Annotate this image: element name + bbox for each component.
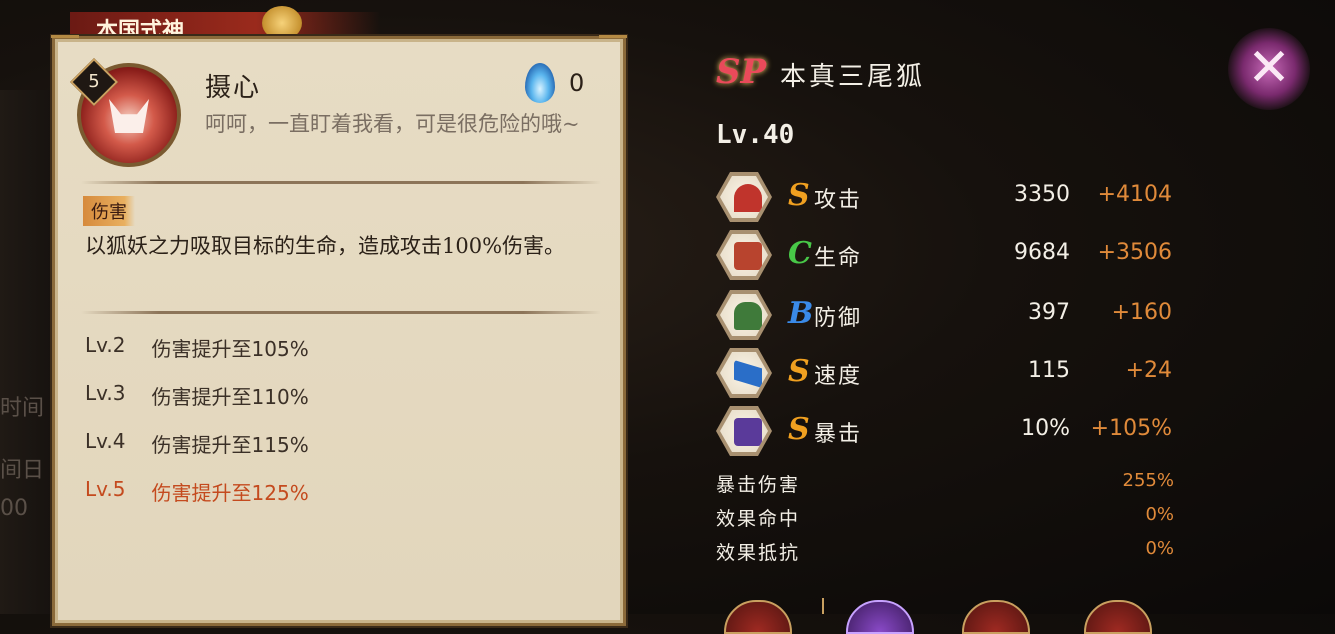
skill-type-tag: 伤害 [83,196,135,226]
upgrade-row-current: Lv.5 伤害提升至125% [85,477,309,506]
stat-row-attack: S 攻击 3350 +4104 [716,172,1176,222]
stat-grade: S [788,412,810,447]
extra-stat-value: 0% [1145,504,1174,525]
stat-label: 生命 [814,246,863,271]
upgrade-text: 伤害提升至110% [151,385,309,409]
extra-stat-value: 0% [1145,538,1174,559]
skill-name: 摄心 [205,73,262,103]
stat-label: 速度 [814,364,863,389]
stat-base-value: 115 [1028,358,1070,383]
extra-stat-label: 暴击伤害 [716,474,801,496]
skill-thumbnail[interactable] [1084,600,1152,634]
skill-level-number: 5 [88,71,100,92]
divider [81,181,601,184]
extra-stat-crit-damage: 暴击伤害 255% [716,470,1174,500]
upgrade-row: Lv.4 伤害提升至115% [85,429,309,458]
divider [822,598,824,614]
upgrade-level: Lv.5 [85,477,126,501]
background-text: 间日 [0,458,45,483]
banner-gem-icon [262,6,302,40]
stat-bonus-value: +24 [1125,358,1172,383]
extra-stat-label: 效果抵抗 [716,542,801,564]
background-left-panel [0,90,60,614]
upgrade-level: Lv.4 [85,429,126,453]
stat-label: 攻击 [814,188,863,213]
extra-stat-label: 效果命中 [716,508,801,530]
stat-row-health: C 生命 9684 +3506 [716,230,1176,280]
stat-row-defense: B 防御 397 +160 [716,290,1176,340]
upgrade-row: Lv.3 伤害提升至110% [85,381,309,410]
upgrade-text: 伤害提升至105% [151,337,309,361]
stat-grade: S [788,354,810,389]
stat-row-crit: S 暴击 10% +105% [716,406,1176,456]
skill-detail-card: 5 摄心 0 呵呵，一直盯着我看，可是很危险的哦~ 伤害 以狐妖之力吸取目标的生… [51,35,627,626]
upgrade-level: Lv.3 [85,381,126,405]
stat-grade: C [788,236,812,271]
stat-label: 暴击 [814,422,863,447]
character-name: 本真三尾狐 [780,62,926,92]
extra-stat-effect-resist: 效果抵抗 0% [716,538,1174,568]
close-icon[interactable]: ✕ [1244,40,1294,96]
extra-stat-value: 255% [1122,470,1174,491]
background-text: 时间 [0,396,45,421]
fox-face-icon [109,99,149,133]
corner-ornament-icon [51,35,79,54]
skill-quote: 呵呵，一直盯着我看，可是很危险的哦~ [205,112,580,136]
background-text: 00 [0,496,28,521]
skill-thumbnail-selected[interactable] [846,600,914,634]
divider [81,311,601,314]
upgrade-text: 伤害提升至125% [151,481,309,505]
skill-description: 以狐妖之力吸取目标的生命，造成攻击100%伤害。 [85,234,566,258]
upgrade-level: Lv.2 [85,333,126,357]
extra-stat-effect-hit: 效果命中 0% [716,504,1174,534]
character-level: Lv.40 [716,120,795,150]
rarity-badge: SP [716,52,767,92]
corner-ornament-icon [599,35,627,54]
skill-thumbnail[interactable] [962,600,1030,634]
onibi-fire-icon [525,63,555,103]
upgrade-text: 伤害提升至115% [151,433,309,457]
stat-grade: S [788,178,810,213]
stat-base-value: 397 [1028,300,1070,325]
stat-row-speed: S 速度 115 +24 [716,348,1176,398]
upgrade-row: Lv.2 伤害提升至105% [85,333,309,362]
stat-base-value: 3350 [1014,182,1070,207]
skill-thumbnail[interactable] [724,600,792,634]
stat-grade: B [788,296,814,331]
stat-bonus-value: +160 [1111,300,1172,325]
card-banner-title: 本国式神 [96,18,185,36]
stat-label: 防御 [814,306,863,331]
stat-bonus-value: +4104 [1097,182,1172,207]
stat-bonus-value: +105% [1090,416,1172,441]
stat-base-value: 9684 [1014,240,1070,265]
stat-base-value: 10% [1021,416,1070,441]
skill-cost: 0 [569,69,585,97]
stat-bonus-value: +3506 [1097,240,1172,265]
